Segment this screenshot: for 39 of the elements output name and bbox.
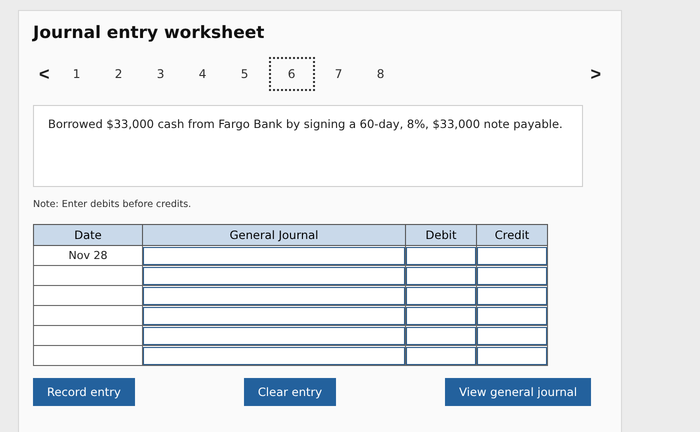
entry-field[interactable] — [406, 266, 476, 284]
entry-field[interactable] — [477, 306, 547, 324]
page-tab[interactable]: 3 — [142, 62, 179, 86]
page-tab[interactable]: 7 — [320, 62, 357, 86]
page-tab[interactable]: 2 — [100, 62, 137, 86]
entry-field[interactable] — [477, 326, 547, 344]
next-button[interactable]: > — [584, 64, 607, 84]
column-header: General Journal — [142, 224, 406, 246]
entry-field[interactable] — [477, 346, 547, 364]
worksheet-title: Journal entry worksheet — [33, 23, 266, 43]
entry-field[interactable] — [143, 246, 405, 264]
page-tab[interactable]: 5 — [226, 62, 263, 86]
entry-field[interactable] — [406, 246, 476, 264]
column-header: Debit — [406, 224, 476, 246]
entry-field[interactable] — [406, 286, 476, 304]
entry-field[interactable] — [143, 266, 405, 284]
page-tab[interactable]: 6 — [268, 57, 315, 91]
action-button[interactable]: Record entry — [33, 378, 135, 406]
entry-field[interactable] — [477, 286, 547, 304]
entry-field[interactable] — [477, 246, 547, 264]
transaction-description: Borrowed $33,000 cash from Fargo Bank by signing a 60-day, 8%, $33,000 note payable. — [33, 105, 583, 187]
action-button[interactable]: View general journal — [445, 378, 592, 406]
entry-field[interactable] — [143, 326, 405, 344]
entry-field[interactable] — [477, 266, 547, 284]
entry-field[interactable] — [143, 306, 405, 324]
previous-button[interactable]: < — [33, 64, 56, 84]
entry-field[interactable] — [143, 286, 405, 304]
entry-field[interactable] — [406, 326, 476, 344]
entry-field[interactable] — [143, 346, 405, 364]
column-header: Date — [34, 224, 142, 246]
note-text: Note: Enter debits before credits. — [33, 199, 192, 210]
column-header: Credit — [476, 224, 548, 246]
page-tab[interactable]: 1 — [58, 62, 95, 86]
page-tab[interactable]: 4 — [184, 62, 221, 86]
entry-field[interactable] — [406, 346, 476, 364]
entry-field[interactable] — [406, 306, 476, 324]
date-cell: Nov 28 — [34, 246, 142, 266]
action-button[interactable]: Clear entry — [244, 378, 336, 406]
page-tab[interactable]: 8 — [362, 62, 399, 86]
